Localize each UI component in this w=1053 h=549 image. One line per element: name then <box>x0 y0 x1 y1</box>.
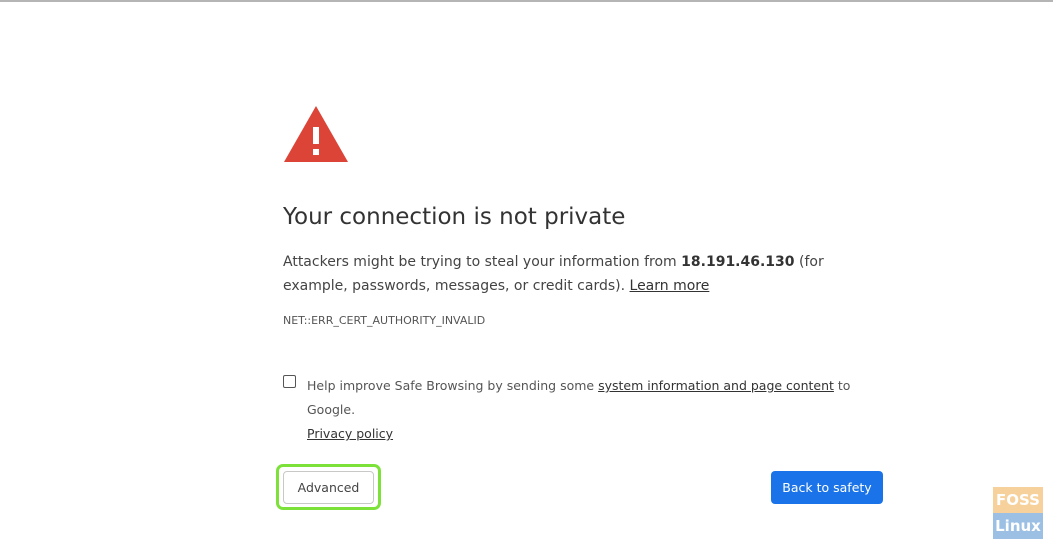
safe-browsing-prefix: Help improve Safe Browsing by sending so… <box>307 378 599 393</box>
warning-triangle-icon <box>284 106 348 162</box>
message-prefix: Attackers might be trying to steal your … <box>283 254 682 270</box>
privacy-policy-link[interactable]: Privacy policy <box>307 426 393 441</box>
top-border <box>0 0 1053 2</box>
system-information-link[interactable]: system information and page content <box>598 378 834 393</box>
advanced-button[interactable]: Advanced <box>283 471 374 504</box>
fosslinux-watermark: FOSS Linux <box>993 487 1043 539</box>
error-message: Attackers might be trying to steal your … <box>283 250 883 298</box>
host-address: 18.191.46.130 <box>681 254 795 270</box>
watermark-bottom: Linux <box>993 513 1043 539</box>
watermark-top: FOSS <box>993 487 1043 513</box>
back-to-safety-button[interactable]: Back to safety <box>771 471 883 504</box>
safe-browsing-text: Help improve Safe Browsing by sending so… <box>307 374 877 446</box>
error-code: NET::ERR_CERT_AUTHORITY_INVALID <box>283 314 486 327</box>
page-title: Your connection is not private <box>283 204 626 230</box>
learn-more-link[interactable]: Learn more <box>630 278 710 294</box>
safe-browsing-checkbox[interactable] <box>283 375 296 388</box>
